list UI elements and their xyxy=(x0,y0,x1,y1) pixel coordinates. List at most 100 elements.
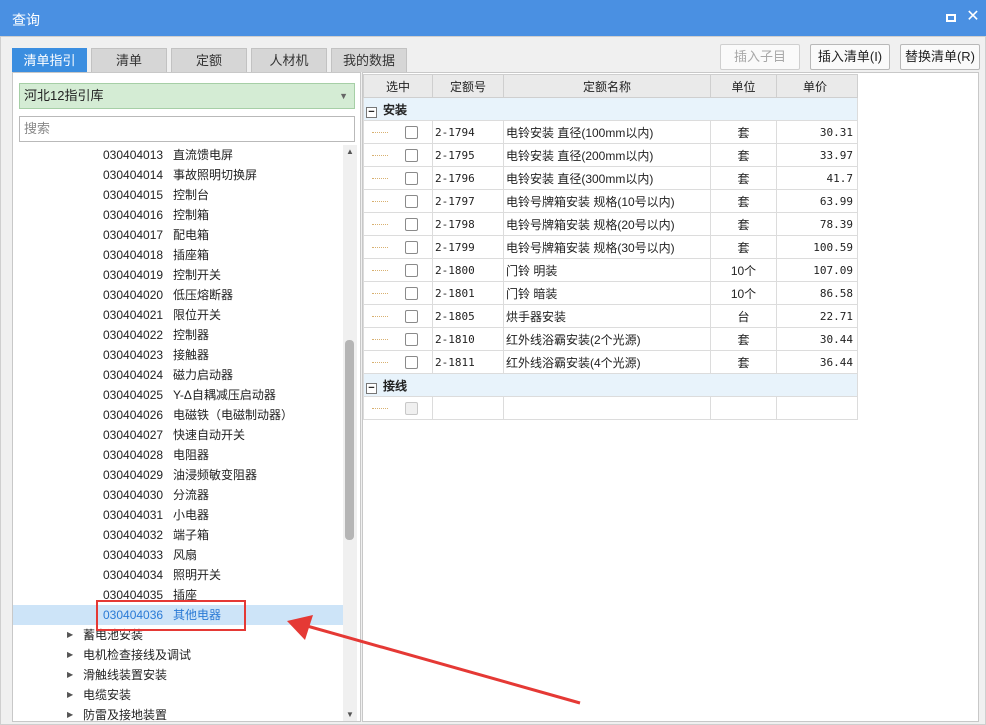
scrollbar-thumb[interactable] xyxy=(345,340,354,540)
table-row[interactable]: 2-1811 红外线浴霸安装(4个光源) 套 36.44 xyxy=(363,350,858,374)
tree-item[interactable]: 030404020 低压熔断器 xyxy=(13,285,343,305)
tree-item-name: 端子箱 xyxy=(173,528,210,542)
library-select[interactable]: 河北12指引库 ▼ xyxy=(19,83,355,109)
tree-item[interactable]: 030404017 配电箱 xyxy=(13,225,343,245)
row-code: 2-1796 xyxy=(432,166,504,190)
row-unit: 套 xyxy=(710,350,777,374)
row-checkbox[interactable] xyxy=(405,310,418,323)
tree-item[interactable]: 030404015 控制台 xyxy=(13,185,343,205)
row-price: 33.97 xyxy=(776,143,858,167)
tree-item[interactable]: 030404016 控制箱 xyxy=(13,205,343,225)
tree-connector xyxy=(372,247,388,248)
table-row[interactable]: 2-1810 红外线浴霸安装(2个光源) 套 30.44 xyxy=(363,327,858,351)
collapse-icon[interactable]: − xyxy=(366,382,377,394)
select-cell xyxy=(363,235,433,259)
search-input[interactable]: 搜索 xyxy=(19,116,355,142)
tree-connector xyxy=(372,408,388,409)
row-checkbox[interactable] xyxy=(405,287,418,300)
table-row[interactable]: 2-1794 电铃安装 直径(100mm以内) 套 30.31 xyxy=(363,120,858,144)
tree-item[interactable]: 030404026 电磁铁（电磁制动器） xyxy=(13,405,343,425)
tree-category-label: 防雷及接地装置 xyxy=(83,708,168,721)
expand-icon[interactable]: ▶ xyxy=(67,625,73,645)
row-code: 2-1798 xyxy=(432,212,504,236)
row-checkbox[interactable] xyxy=(405,195,418,208)
row-checkbox[interactable] xyxy=(405,172,418,185)
expand-icon[interactable]: ▶ xyxy=(67,705,73,721)
table-row[interactable]: 2-1795 电铃安装 直径(200mm以内) 套 33.97 xyxy=(363,143,858,167)
replace-list-button[interactable]: 替换清单(R) xyxy=(900,44,980,70)
tree-scrollbar[interactable]: ▲ ▼ xyxy=(343,145,357,721)
row-code: 2-1801 xyxy=(432,281,504,305)
select-cell xyxy=(363,396,433,420)
scroll-down-icon[interactable]: ▼ xyxy=(346,710,354,719)
row-checkbox[interactable] xyxy=(405,356,418,369)
tree-item[interactable]: 030404032 端子箱 xyxy=(13,525,343,545)
tree-category[interactable]: ▶ 电机检查接线及调试 xyxy=(13,645,343,665)
tree-connector xyxy=(372,362,388,363)
table-row[interactable]: 2-1797 电铃号牌箱安装 规格(10号以内) 套 63.99 xyxy=(363,189,858,213)
row-unit: 套 xyxy=(710,143,777,167)
tree-category[interactable]: ▶ 防雷及接地装置 xyxy=(13,705,343,721)
tree-item[interactable]: 030404021 限位开关 xyxy=(13,305,343,325)
tree-category[interactable]: ▶ 电缆安装 xyxy=(13,685,343,705)
tab-list[interactable]: 清单 xyxy=(91,48,167,72)
tree-item[interactable]: 030404014 事故照明切换屏 xyxy=(13,165,343,185)
select-cell xyxy=(363,143,433,167)
row-checkbox[interactable] xyxy=(405,402,418,415)
expand-icon[interactable]: ▶ xyxy=(67,665,73,685)
tree-item[interactable]: 030404033 风扇 xyxy=(13,545,343,565)
tree-item[interactable]: 030404019 控制开关 xyxy=(13,265,343,285)
insert-list-button[interactable]: 插入清单(I) xyxy=(810,44,890,70)
collapse-icon[interactable]: − xyxy=(366,106,377,118)
tree-item[interactable]: 030404027 快速自动开关 xyxy=(13,425,343,445)
tree-item[interactable]: 030404028 电阻器 xyxy=(13,445,343,465)
tree-item[interactable]: 030404023 接触器 xyxy=(13,345,343,365)
group-row[interactable]: − 接线 xyxy=(363,373,858,397)
scroll-up-icon[interactable]: ▲ xyxy=(346,147,354,156)
table-row[interactable] xyxy=(363,396,858,420)
tree-item[interactable]: 030404029 油浸频敏变阻器 xyxy=(13,465,343,485)
table-row[interactable]: 2-1799 电铃号牌箱安装 规格(30号以内) 套 100.59 xyxy=(363,235,858,259)
tab-my-data[interactable]: 我的数据 xyxy=(331,48,407,72)
tree-item-name: 分流器 xyxy=(173,488,210,502)
table-row[interactable]: 2-1805 烘手器安装台 22.71 xyxy=(363,304,858,328)
tree-item-code: 030404030 xyxy=(103,488,164,502)
tree-item[interactable]: 030404013 直流馈电屏 xyxy=(13,145,343,165)
group-row[interactable]: − 安装 xyxy=(363,97,858,121)
row-checkbox[interactable] xyxy=(405,218,418,231)
table-row[interactable]: 2-1801 门铃 暗装 10个 86.58 xyxy=(363,281,858,305)
insert-child-button[interactable]: 插入子目 xyxy=(720,44,800,70)
tree-category[interactable]: ▶ 滑触线装置安装 xyxy=(13,665,343,685)
tree-item-code: 030404031 xyxy=(103,508,164,522)
tree-item-code: 030404027 xyxy=(103,428,164,442)
tree-item[interactable]: 030404024 磁力启动器 xyxy=(13,365,343,385)
table-row[interactable]: 2-1800 门铃 明装 10个 107.09 xyxy=(363,258,858,282)
tree-item-code: 030404013 xyxy=(103,148,164,162)
tree-item[interactable]: 030404031 小电器 xyxy=(13,505,343,525)
row-checkbox[interactable] xyxy=(405,264,418,277)
row-price: 100.59 xyxy=(776,235,858,259)
table-row[interactable]: 2-1796 电铃安装 直径(300mm以内) 套 41.7 xyxy=(363,166,858,190)
tab-list-guide[interactable]: 清单指引 xyxy=(12,48,87,72)
tab-quota[interactable]: 定额 xyxy=(171,48,247,72)
tree-item[interactable]: 030404018 插座箱 xyxy=(13,245,343,265)
tab-labor-material[interactable]: 人材机 xyxy=(251,48,327,72)
row-checkbox[interactable] xyxy=(405,333,418,346)
row-checkbox[interactable] xyxy=(405,241,418,254)
expand-icon[interactable]: ▶ xyxy=(67,645,73,665)
row-checkbox[interactable] xyxy=(405,149,418,162)
close-icon[interactable]: ✕ xyxy=(964,8,982,26)
row-unit: 套 xyxy=(710,120,777,144)
restore-icon[interactable] xyxy=(942,8,960,26)
table-row[interactable]: 2-1798 电铃号牌箱安装 规格(20号以内) 套 78.39 xyxy=(363,212,858,236)
row-name: 电铃号牌箱安装 规格(10号以内) xyxy=(503,189,711,213)
tree-item[interactable]: 030404034 照明开关 xyxy=(13,565,343,585)
tree-item[interactable]: 030404030 分流器 xyxy=(13,485,343,505)
tree-item[interactable]: 030404022 控制器 xyxy=(13,325,343,345)
tree-item[interactable]: 030404025 Y-Δ自耦减压启动器 xyxy=(13,385,343,405)
row-checkbox[interactable] xyxy=(405,126,418,139)
tree-item-name: 快速自动开关 xyxy=(173,428,246,442)
tree-item-name: 照明开关 xyxy=(173,568,222,582)
tree-connector xyxy=(372,201,388,202)
expand-icon[interactable]: ▶ xyxy=(67,685,73,705)
